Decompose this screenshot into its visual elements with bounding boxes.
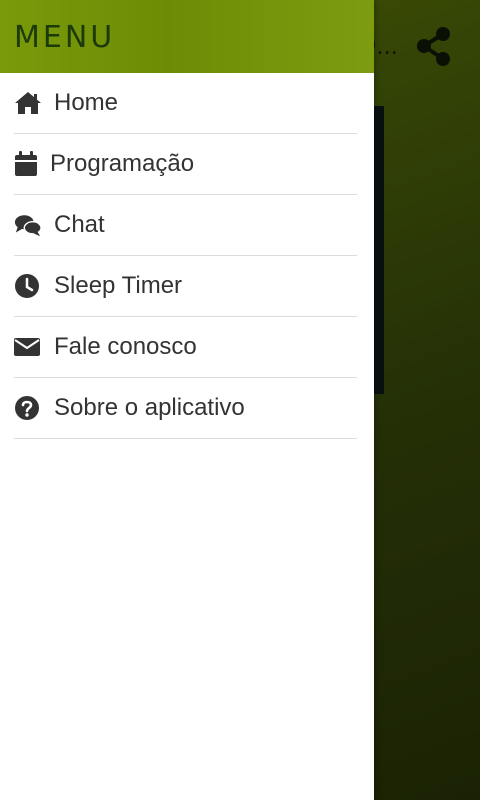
- clock-icon: [14, 272, 42, 300]
- calendar-icon: [14, 150, 38, 178]
- menu-item-home[interactable]: Home: [14, 73, 357, 134]
- menu-item-fale-conosco[interactable]: Fale conosco: [14, 317, 357, 378]
- home-icon: [14, 89, 42, 117]
- menu-item-label: Programação: [50, 150, 195, 177]
- question-circle-icon: [14, 394, 42, 422]
- chat-icon: [14, 211, 42, 239]
- drawer-title: MENU: [14, 20, 116, 55]
- drawer-header: MENU: [0, 0, 374, 73]
- navigation-drawer: MENU Home Programação Chat Sleep Timer F…: [0, 0, 374, 800]
- menu-item-label: Home: [54, 89, 119, 116]
- menu-item-programacao[interactable]: Programação: [14, 134, 357, 195]
- menu-item-sleep-timer[interactable]: Sleep Timer: [14, 256, 357, 317]
- menu-item-label: Sleep Timer: [54, 272, 183, 299]
- menu-item-chat[interactable]: Chat: [14, 195, 357, 256]
- menu-item-label: Chat: [54, 211, 105, 238]
- menu-item-sobre[interactable]: Sobre o aplicativo: [14, 378, 357, 439]
- menu-item-label: Fale conosco: [54, 333, 197, 360]
- menu-list: Home Programação Chat Sleep Timer Fale c…: [0, 73, 374, 439]
- envelope-icon: [14, 333, 42, 361]
- menu-item-label: Sobre o aplicativo: [54, 394, 245, 421]
